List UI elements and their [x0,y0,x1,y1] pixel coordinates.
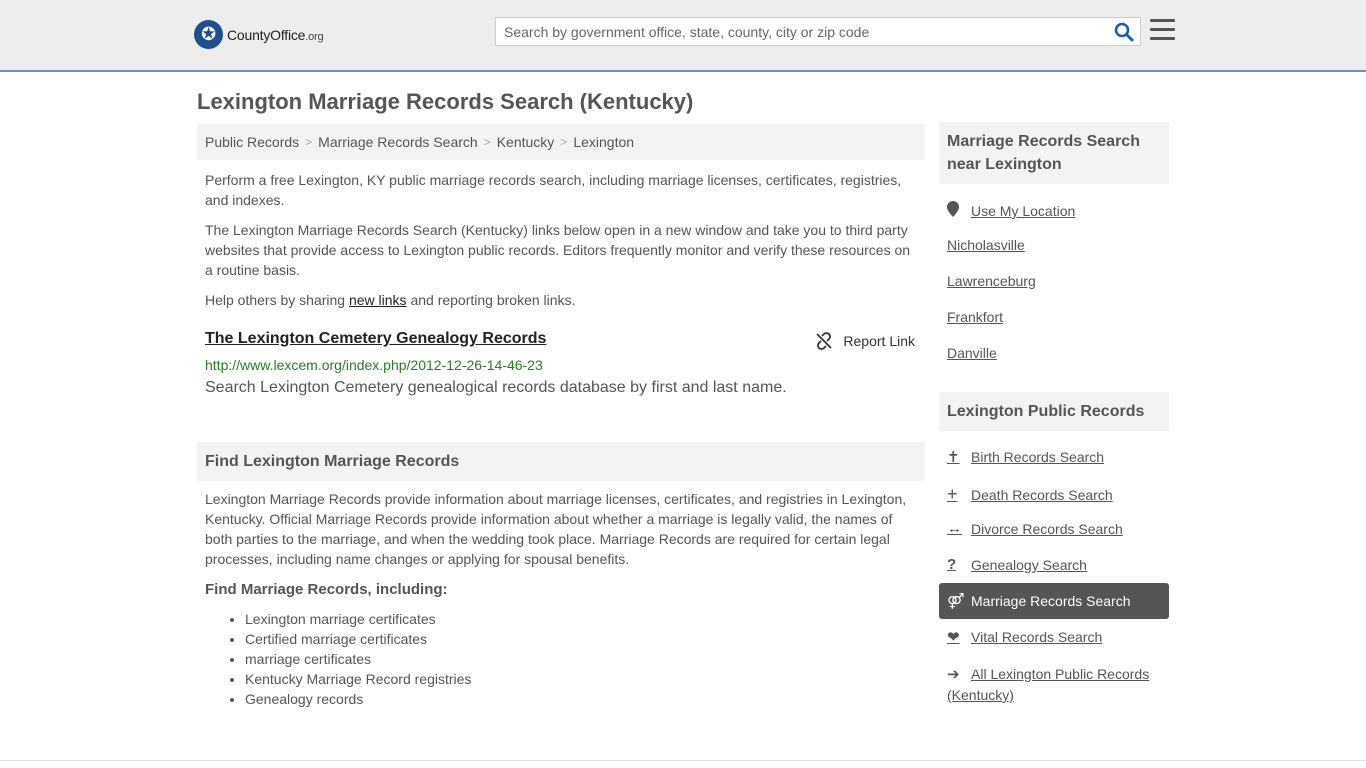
sidebar-item-divorce-records[interactable]: ↔ Divorce Records Search [947,520,1123,537]
split-arrows-icon: ↔ [947,520,962,537]
breadcrumb-separator-icon: > [560,135,568,149]
result-url: http://www.lexcem.org/index.php/2012-12-… [205,357,543,373]
result-title-link[interactable]: The Lexington Cemetery Genealogy Records [205,330,546,347]
site-logo[interactable]: ✪ CountyOffice.org [194,20,324,49]
top-header: ✪ CountyOffice.org [0,0,1366,72]
nearby-heading: Marriage Records Search near Lexington [939,122,1169,184]
eagle-logo-icon: ✪ [194,20,223,49]
intro-paragraph-3: Help others by sharing new links and rep… [205,292,576,308]
map-marker-icon [947,201,971,221]
breadcrumb-separator-icon: > [305,135,313,149]
nearby-link-nicholasville[interactable]: Nicholasville [947,237,1025,253]
list-item: marriage certificates [245,649,471,669]
all-public-records-link[interactable]: ➔ All Lexington Public Records (Kentucky) [947,664,1162,705]
search-icon [1114,22,1134,42]
breadcrumb-kentucky[interactable]: Kentucky [497,134,555,150]
heartbeat-icon: ❤ [947,629,960,646]
venus-mars-icon: ⚤ [947,593,965,610]
sidebar-item-marriage-records[interactable]: ⚤ Marriage Records Search [947,592,1131,610]
search-input[interactable] [496,18,1096,45]
logo-text: CountyOffice [227,26,306,43]
nearby-link-danville[interactable]: Danville [947,345,997,361]
hamburger-menu-icon[interactable] [1150,19,1175,41]
sidebar-item-birth-records[interactable]: ✝ Birth Records Search [947,448,1104,466]
list-item: Kentucky Marriage Record registries [245,669,471,689]
breadcrumb-lexington[interactable]: Lexington [573,134,634,150]
intro-paragraph-1: Perform a free Lexington, KY public marr… [205,172,902,208]
breadcrumb-marriage-records[interactable]: Marriage Records Search [318,134,478,150]
search-box [495,17,1141,46]
use-my-location-link[interactable]: Use My Location [947,201,1075,221]
new-links-link[interactable]: new links [349,292,407,308]
search-button[interactable] [1114,22,1134,42]
breadcrumb-public-records[interactable]: Public Records [205,134,299,150]
list-item: Certified marriage certificates [245,629,471,649]
arrow-right-icon: ➔ [947,666,960,683]
sidebar-item-genealogy[interactable]: ? Genealogy Search [947,556,1087,573]
question-icon: ? [947,556,957,573]
breadcrumb-separator-icon: > [483,135,491,149]
records-list: Lexington marriage certificates Certifie… [245,609,471,709]
result-description: Search Lexington Cemetery genealogical r… [205,379,787,396]
sidebar-item-death-records[interactable]: + Death Records Search [947,484,1113,505]
logo-suffix: .org [305,30,324,43]
report-link-button[interactable]: Report Link [815,332,915,350]
breadcrumb: Public Records > Marriage Records Search… [197,124,925,160]
nearby-link-lawrenceburg[interactable]: Lawrenceburg [947,273,1036,289]
cross-icon: + [947,484,958,504]
list-item: Lexington marriage certificates [245,609,471,629]
find-subheading: Find Marriage Records, including: [205,581,448,598]
sidebar-item-vital-records[interactable]: ❤ Vital Records Search [947,628,1102,646]
result-item: The Lexington Cemetery Genealogy Records… [205,330,915,396]
public-records-heading: Lexington Public Records [939,392,1169,431]
broken-link-icon [816,332,833,350]
intro-paragraph-2: The Lexington Marriage Records Search (K… [205,222,911,278]
footer-divider [0,760,1366,761]
nearby-link-frankfort[interactable]: Frankfort [947,309,1003,325]
baby-icon: ✝ [947,449,960,466]
find-section-body: Lexington Marriage Records provide infor… [205,491,907,567]
page-title: Lexington Marriage Records Search (Kentu… [197,89,694,114]
report-link-label: Report Link [843,333,915,349]
find-section-heading: Find Lexington Marriage Records [197,442,925,481]
list-item: Genealogy records [245,689,471,709]
